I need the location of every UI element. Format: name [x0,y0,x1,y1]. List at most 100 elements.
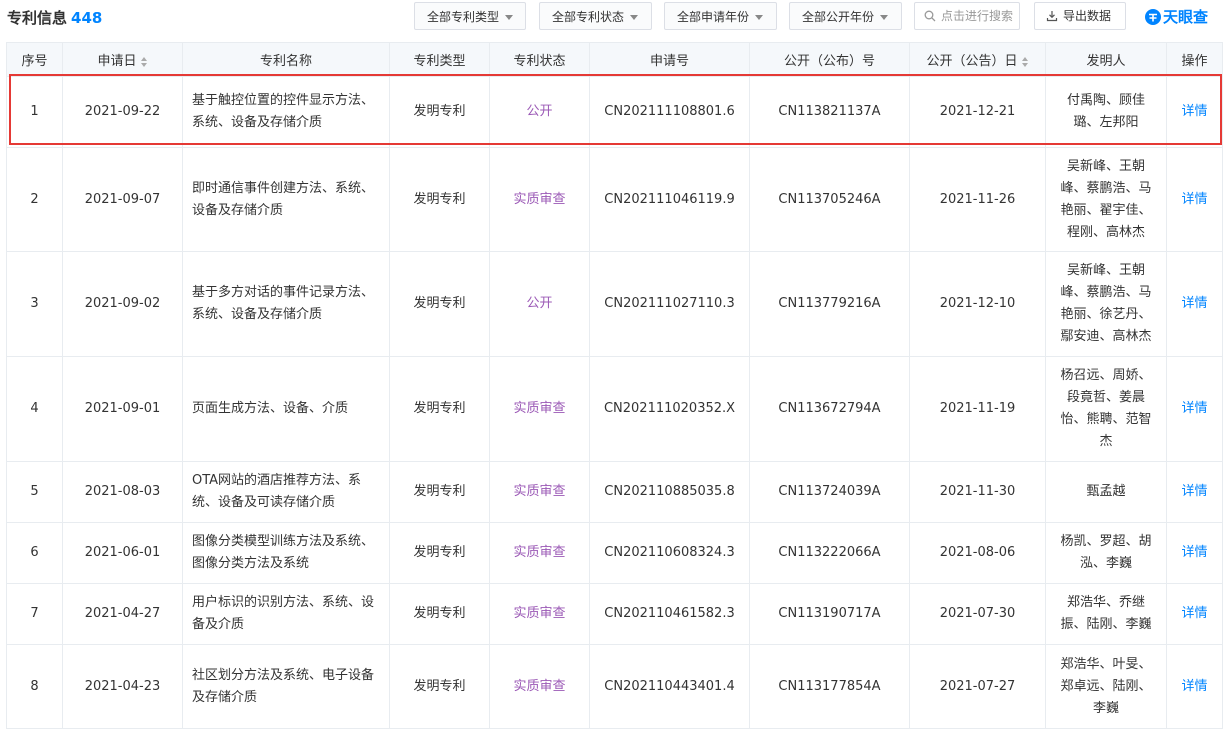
cell-status: 实质审查 [513,484,566,499]
cell-no: 2 [30,191,39,207]
cell-apply-date: 2021-04-27 [84,606,161,621]
export-label: 导出数据 [1063,9,1112,23]
cell-apply-no-cell: CN202110461582.3 [589,583,750,645]
cell-name-cell: 基于触控位置的控件显示方法、系统、设备及存储介质 [182,76,390,148]
export-button[interactable]: 导出数据 [1034,2,1126,30]
cell-pub-no-cell: CN113190717A [749,583,910,645]
cell-inventors-cell: 甄孟越 [1045,461,1167,523]
cell-inventors: 付禹陶、顾佳璐、左邦阳 [1066,93,1145,130]
cell-no-cell: 4 [6,356,63,462]
col-header-pub-date[interactable]: 公开（公告）日 [909,42,1046,77]
cell-pub-no: CN113177854A [778,678,881,694]
cell-apply-no-cell: CN202110608324.3 [589,522,750,584]
detail-link-cell[interactable]: 详情 [1166,583,1223,645]
cell-no-cell: 5 [6,461,63,523]
chevron-down-icon [755,15,764,20]
cell-apply-date-cell: 2021-09-07 [62,147,183,252]
col-header-apply-date[interactable]: 申请日 [62,42,183,77]
cell-status-cell: 实质审查 [489,522,590,584]
cell-no: 8 [30,678,39,694]
detail-link-cell[interactable]: 详情 [1166,522,1223,584]
cell-apply-no: CN202111027110.3 [604,296,735,311]
detail-link[interactable]: 详情 [1181,192,1207,207]
cell-inventors-cell: 吴新峰、王朝峰、蔡鹏浩、马艳丽、翟宇佳、程刚、高林杰 [1045,147,1167,252]
cell-apply-date: 2021-09-22 [84,104,161,119]
detail-link-cell[interactable]: 详情 [1166,251,1223,357]
detail-link[interactable]: 详情 [1181,484,1207,499]
cell-no-cell: 6 [6,522,63,584]
col-header-name: 专利名称 [182,42,390,77]
cell-apply-no-cell: CN202111046119.9 [589,147,750,252]
detail-link-cell[interactable]: 详情 [1166,147,1223,252]
cell-no-cell: 1 [6,76,63,148]
cell-status-cell: 实质审查 [489,644,590,729]
cell-inventors: 杨召远、周娇、段竟哲、姜晨怡、熊聘、范智杰 [1060,368,1152,449]
cell-pub-date-cell: 2021-11-30 [909,461,1046,523]
cell-name-cell: 基于多方对话的事件记录方法、系统、设备及存储介质 [182,251,390,357]
cell-pub-date: 2021-07-30 [939,606,1016,621]
detail-link-cell[interactable]: 详情 [1166,461,1223,523]
filter-label: 全部公开年份 [802,10,875,24]
detail-link[interactable]: 详情 [1181,606,1207,621]
chevron-down-icon [880,15,889,20]
cell-status: 公开 [526,104,553,119]
cell-pub-date: 2021-11-26 [939,191,1016,207]
cell-apply-no-cell: CN202110885035.8 [589,461,750,523]
cell-pub-date: 2021-07-27 [939,678,1016,694]
cell-type: 发明专利 [413,296,466,311]
cell-type: 发明专利 [413,104,466,119]
cell-pub-no-cell: CN113222066A [749,522,910,584]
cell-type-cell: 发明专利 [389,461,490,523]
detail-link[interactable]: 详情 [1181,679,1207,694]
patent-table: 序号 申请日 专利名称 专利类型 专利状态 申请号 公开（公布）号 公开（公告）… [6,42,1223,729]
cell-inventors: 郑浩华、乔继振、陆刚、李巍 [1060,595,1152,632]
cell-status: 实质审查 [513,191,566,207]
cell-apply-no: CN202110608324.3 [604,545,735,560]
cell-pub-date: 2021-12-10 [939,296,1016,311]
sort-icon[interactable] [1021,56,1029,67]
filter-label: 全部专利类型 [427,10,500,24]
search-input[interactable]: 点击进行搜索 [914,2,1020,30]
cell-apply-no-cell: CN202110443401.4 [589,644,750,729]
cell-status: 实质审查 [513,678,566,694]
filter-publish-year[interactable]: 全部公开年份 [789,2,902,30]
col-header-no: 序号 [6,42,63,77]
detail-link-cell[interactable]: 详情 [1166,356,1223,462]
cell-inventors-cell: 郑浩华、叶旻、郑卓远、陆刚、李巍 [1045,644,1167,729]
cell-no-cell: 7 [6,583,63,645]
cell-name-cell: 即时通信事件创建方法、系统、设备及存储介质 [182,147,390,252]
cell-type-cell: 发明专利 [389,76,490,148]
cell-pub-no: CN113779216A [778,296,881,311]
detail-link[interactable]: 详情 [1181,296,1207,311]
cell-apply-date-cell: 2021-09-22 [62,76,183,148]
cell-no: 1 [30,104,39,119]
cell-name: 社区划分方法及系统、电子设备及存储介质 [192,667,375,705]
detail-link-cell[interactable]: 详情 [1166,644,1223,729]
sort-icon[interactable] [140,56,148,67]
detail-link-cell[interactable]: 详情 [1166,76,1223,148]
brand-logo[interactable]: 天眼查 [1144,6,1208,28]
detail-link[interactable]: 详情 [1181,104,1207,119]
cell-name: 基于多方对话的事件记录方法、系统、设备及存储介质 [192,285,375,322]
filter-patent-status[interactable]: 全部专利状态 [539,2,652,30]
cell-apply-date: 2021-04-23 [84,678,161,694]
cell-type-cell: 发明专利 [389,356,490,462]
cell-apply-date-cell: 2021-08-03 [62,461,183,523]
filter-apply-year[interactable]: 全部申请年份 [664,2,777,30]
cell-name-cell: 社区划分方法及系统、电子设备及存储介质 [182,644,390,729]
chevron-down-icon [505,15,514,20]
detail-link[interactable]: 详情 [1181,545,1207,560]
cell-status-cell: 实质审查 [489,147,590,252]
col-header-inventors: 发明人 [1045,42,1167,77]
cell-apply-no-cell: CN202111108801.6 [589,76,750,148]
filter-patent-type[interactable]: 全部专利类型 [414,2,526,30]
cell-pub-no-cell: CN113724039A [749,461,910,523]
cell-pub-no-cell: CN113779216A [749,251,910,357]
cell-apply-date-cell: 2021-09-02 [62,251,183,357]
cell-status-cell: 实质审查 [489,583,590,645]
detail-link[interactable]: 详情 [1181,401,1207,416]
cell-status-cell: 实质审查 [489,461,590,523]
filter-label: 全部专利状态 [552,10,625,24]
cell-type: 发明专利 [413,545,466,560]
cell-pub-date-cell: 2021-08-06 [909,522,1046,584]
